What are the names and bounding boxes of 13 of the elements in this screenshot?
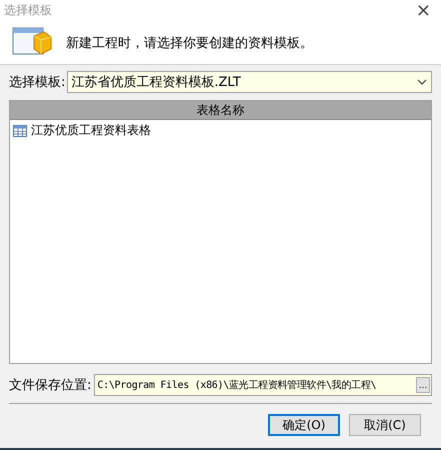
table-icon <box>13 124 27 136</box>
window-title: 选择模板 <box>4 2 52 20</box>
save-location-field[interactable]: C:\Program Files (x86)\蓝光工程资料管理软件\我的工程\ … <box>94 374 432 396</box>
table-row[interactable]: 江苏优质工程资料表格 <box>10 120 431 141</box>
instruction-text: 新建工程时，请选择你要创建的资料模板。 <box>66 35 313 53</box>
template-dropdown[interactable]: 江苏省优质工程资料模板.ZLT <box>67 71 432 93</box>
save-location-label: 文件保存位置: <box>9 377 92 394</box>
column-header[interactable]: 表格名称 <box>10 101 431 120</box>
dialog-button[interactable]: 取消(C) <box>349 414 421 436</box>
close-button[interactable]: × <box>416 0 431 22</box>
browse-button[interactable]: … <box>416 377 430 393</box>
dialog-button[interactable]: 确定(O) <box>268 414 340 436</box>
template-label: 选择模板: <box>9 74 66 91</box>
